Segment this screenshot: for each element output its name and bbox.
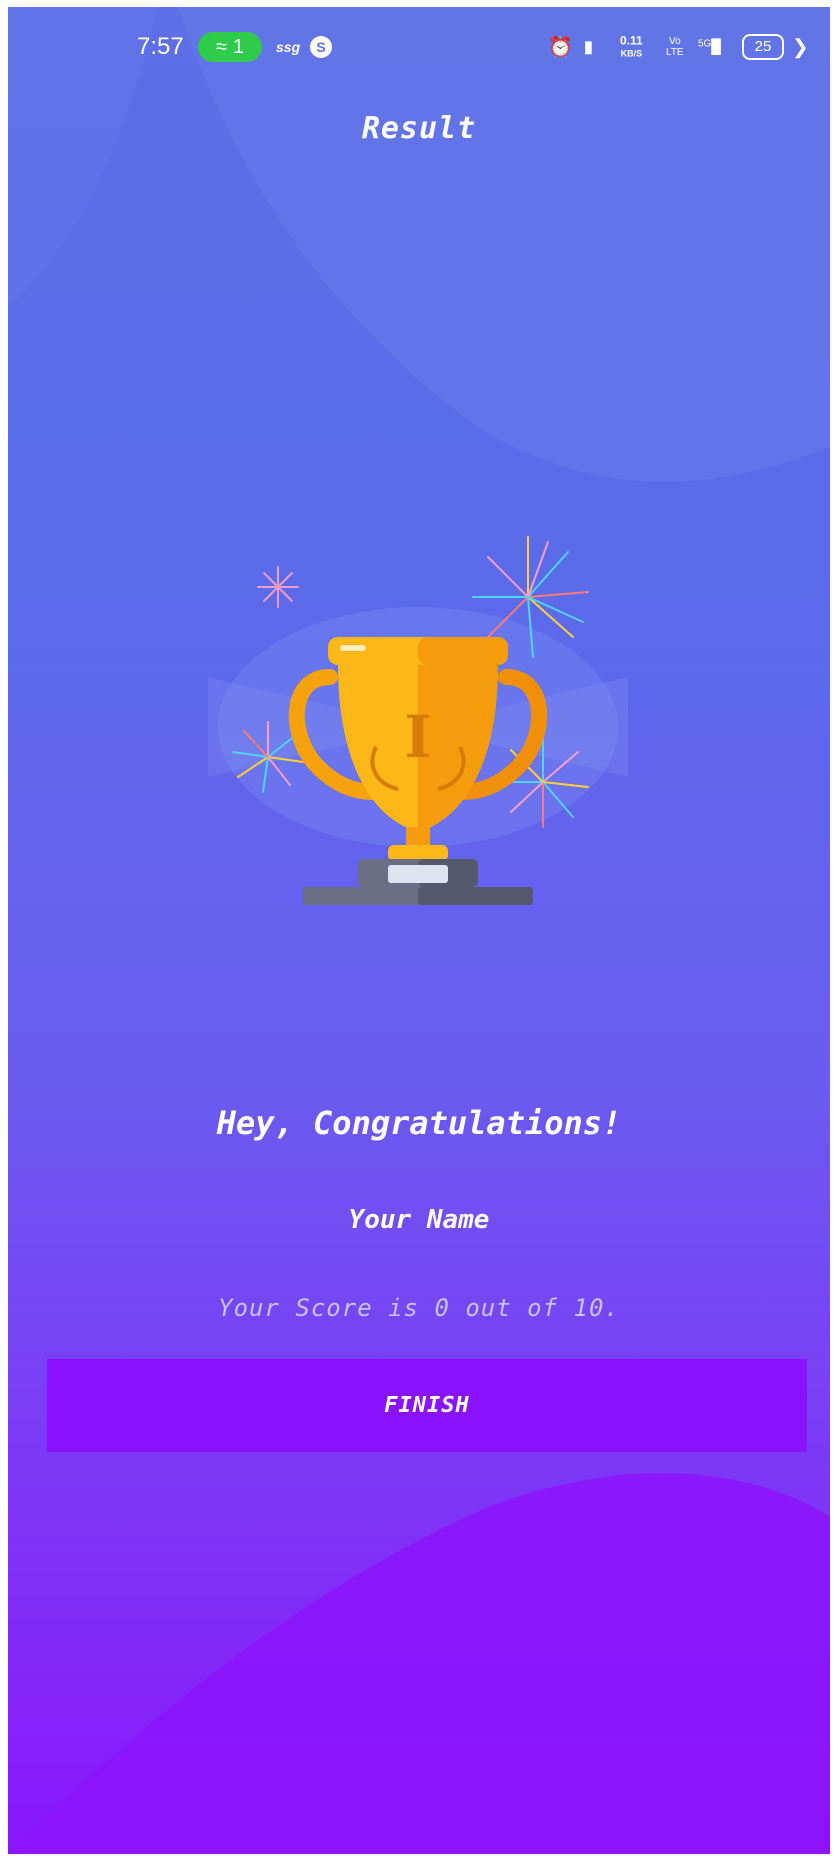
- signal-icon: 5G▉: [698, 38, 723, 55]
- charging-icon: ❯: [792, 36, 809, 59]
- s-icon: S: [310, 36, 332, 58]
- page-title: Result: [361, 111, 477, 146]
- trophy-mark: I: [404, 703, 431, 771]
- volte-indicator: Vo LTE: [666, 36, 684, 58]
- ssg-label: ssg: [276, 39, 301, 55]
- player-name: Your Name: [348, 1205, 490, 1235]
- hotspot-icon: ≈: [215, 35, 227, 58]
- alarm-icon: ⏰: [548, 36, 573, 59]
- trophy-illustration: I: [208, 536, 628, 905]
- vibrate-icon: ▮: [584, 39, 593, 56]
- network-speed: 0.11 KB/S: [620, 35, 643, 60]
- score-text: Your Score is 0 out of 10.: [218, 1294, 620, 1322]
- status-bar: 7:57 ≈ 1 ssg S ⏰ ▮ 0.11 KB/S Vo LTE 5G▉ …: [8, 7, 830, 67]
- trophy-icon: I: [288, 637, 548, 905]
- battery-level: 25: [754, 38, 772, 55]
- status-time: 7:57: [137, 33, 184, 60]
- speed-unit: KB/S: [620, 48, 643, 59]
- battery-icon: 25: [742, 34, 784, 60]
- speed-value: 0.11: [620, 33, 643, 48]
- finish-button[interactable]: FINISH: [47, 1359, 807, 1452]
- hotspot-count: 1: [232, 35, 245, 58]
- result-screen: 7:57 ≈ 1 ssg S ⏰ ▮ 0.11 KB/S Vo LTE 5G▉ …: [8, 7, 830, 1854]
- network-type: 5G: [698, 38, 712, 50]
- hotspot-badge: ≈ 1: [198, 32, 262, 62]
- volte-bottom: LTE: [666, 47, 684, 58]
- congratulations-heading: Hey, Congratulations!: [216, 1104, 622, 1142]
- background-waves: [8, 7, 830, 1854]
- volte-top: Vo: [668, 36, 681, 47]
